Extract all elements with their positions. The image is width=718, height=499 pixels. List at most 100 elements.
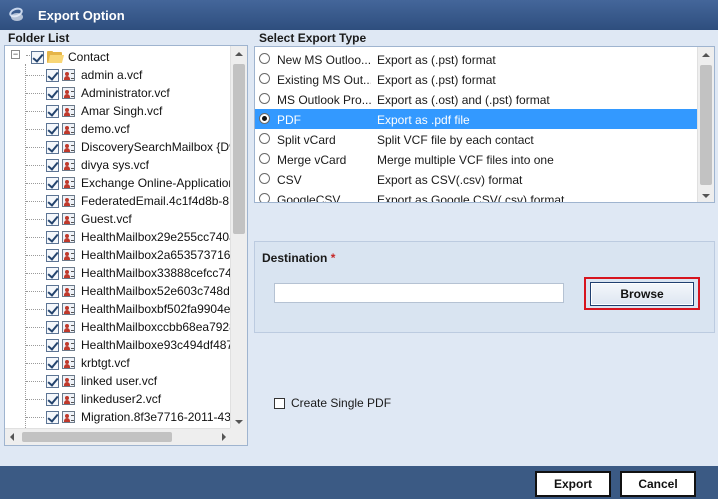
tree-item[interactable]: FederatedEmail.4c1f4d8b-81 bbox=[46, 192, 231, 210]
scroll-up-icon[interactable] bbox=[702, 53, 710, 57]
radio-button[interactable] bbox=[259, 93, 270, 104]
item-checkbox[interactable] bbox=[46, 176, 59, 190]
tree-item[interactable]: HealthMailbox52e603c748d0 bbox=[46, 282, 231, 300]
export-type-option[interactable]: GoogleCSV Export as Google CSV(.csv) form… bbox=[255, 189, 698, 203]
scroll-left-icon[interactable] bbox=[10, 433, 14, 441]
export-type-option[interactable]: New MS Outloo... Export as (.pst) format bbox=[255, 49, 698, 69]
vcard-icon bbox=[62, 357, 75, 369]
destination-path-input[interactable] bbox=[274, 283, 564, 303]
radio-button[interactable] bbox=[259, 153, 270, 164]
item-checkbox[interactable] bbox=[46, 248, 59, 262]
radio-button[interactable] bbox=[259, 193, 270, 202]
tree-item[interactable]: linked user.vcf bbox=[46, 372, 157, 390]
scroll-right-icon[interactable] bbox=[222, 433, 226, 441]
tree-item[interactable]: DiscoverySearchMailbox {D9 bbox=[46, 138, 231, 156]
item-checkbox[interactable] bbox=[46, 86, 59, 100]
scroll-down-icon[interactable] bbox=[235, 420, 243, 424]
root-checkbox[interactable] bbox=[31, 50, 44, 64]
item-checkbox[interactable] bbox=[46, 374, 59, 388]
folder-horizontal-scrollbar[interactable] bbox=[5, 428, 231, 445]
tree-item[interactable]: HealthMailboxbf502fa9904e bbox=[46, 300, 230, 318]
tree-connector bbox=[26, 417, 44, 418]
export-type-scrollbar[interactable] bbox=[697, 47, 714, 202]
app-logo-icon bbox=[7, 5, 26, 24]
radio-button[interactable] bbox=[259, 113, 270, 124]
scroll-thumb[interactable] bbox=[700, 65, 712, 185]
radio-button[interactable] bbox=[259, 173, 270, 184]
vcard-icon bbox=[62, 195, 75, 207]
export-type-option[interactable]: CSV Export as CSV(.csv) format bbox=[255, 169, 698, 189]
item-checkbox[interactable] bbox=[46, 302, 59, 316]
item-checkbox[interactable] bbox=[46, 194, 59, 208]
item-checkbox[interactable] bbox=[46, 356, 59, 370]
vcard-icon bbox=[62, 231, 75, 243]
tree-item[interactable]: Guest.vcf bbox=[46, 210, 132, 228]
vcard-icon bbox=[62, 69, 75, 81]
tree-item[interactable]: Amar Singh.vcf bbox=[46, 102, 162, 120]
folder-vertical-scrollbar[interactable] bbox=[230, 46, 247, 430]
export-type-option[interactable]: Merge vCard Merge multiple VCF files into… bbox=[255, 149, 698, 169]
export-type-label: Select Export Type bbox=[259, 31, 367, 45]
tree-item[interactable]: demo.vcf bbox=[46, 120, 130, 138]
item-checkbox[interactable] bbox=[46, 230, 59, 244]
tree-item[interactable]: Administrator.vcf bbox=[46, 84, 170, 102]
item-checkbox[interactable] bbox=[46, 410, 59, 424]
export-button[interactable]: Export bbox=[535, 471, 611, 497]
scroll-up-icon[interactable] bbox=[235, 52, 243, 56]
item-checkbox[interactable] bbox=[46, 104, 59, 118]
item-checkbox[interactable] bbox=[46, 320, 59, 334]
scroll-thumb[interactable] bbox=[233, 64, 245, 234]
tree-connector bbox=[25, 64, 26, 430]
item-checkbox[interactable] bbox=[46, 212, 59, 226]
create-single-pdf-option[interactable]: Create Single PDF bbox=[274, 396, 391, 410]
radio-button[interactable] bbox=[259, 53, 270, 64]
tree-connector bbox=[26, 273, 44, 274]
export-type-option[interactable]: MS Outlook Pro... Export as (.ost) and (.… bbox=[255, 89, 698, 109]
export-type-description: Export as CSV(.csv) format bbox=[377, 173, 523, 187]
tree-item-label: HealthMailboxe93c494df487 bbox=[81, 338, 231, 352]
export-type-description: Export as (.pst) format bbox=[377, 73, 496, 87]
create-single-pdf-checkbox[interactable] bbox=[274, 397, 285, 409]
tree-item[interactable]: HealthMailboxccbb68ea7928 bbox=[46, 318, 231, 336]
tree-item-label: Exchange Online-Application bbox=[81, 176, 231, 190]
export-type-option[interactable]: Existing MS Out... Export as (.pst) forma… bbox=[255, 69, 698, 89]
tree-connector bbox=[26, 75, 44, 76]
vcard-icon bbox=[62, 339, 75, 351]
item-checkbox[interactable] bbox=[46, 140, 59, 154]
vcard-icon bbox=[62, 249, 75, 261]
radio-button[interactable] bbox=[259, 73, 270, 84]
tree-item-label: Administrator.vcf bbox=[81, 86, 170, 100]
tree-item[interactable]: Exchange Online-Application bbox=[46, 174, 231, 192]
tree-item[interactable]: HealthMailboxe93c494df487 bbox=[46, 336, 231, 354]
vcard-icon bbox=[62, 105, 75, 117]
tree-item[interactable]: linkeduser2.vcf bbox=[46, 390, 161, 408]
cancel-button[interactable]: Cancel bbox=[620, 471, 696, 497]
tree-item[interactable]: admin a.vcf bbox=[46, 66, 142, 84]
vcard-icon bbox=[62, 159, 75, 171]
item-checkbox[interactable] bbox=[46, 158, 59, 172]
export-type-option[interactable]: Split vCard Split VCF file by each contac… bbox=[255, 129, 698, 149]
scroll-thumb[interactable] bbox=[22, 432, 172, 442]
item-checkbox[interactable] bbox=[46, 68, 59, 82]
tree-connector bbox=[26, 363, 44, 364]
browse-button[interactable]: Browse bbox=[590, 282, 694, 306]
tree-item[interactable]: Migration.8f3e7716-2011-43 bbox=[46, 408, 231, 426]
export-type-description: Export as Google CSV(.csv) format bbox=[377, 193, 565, 203]
tree-item[interactable]: HealthMailbox33888cefcc744 bbox=[46, 264, 231, 282]
tree-item[interactable]: HealthMailbox29e255cc740a bbox=[46, 228, 231, 246]
tree-item[interactable]: divya sys.vcf bbox=[46, 156, 149, 174]
tree-item[interactable]: krbtgt.vcf bbox=[46, 354, 130, 372]
item-checkbox[interactable] bbox=[46, 266, 59, 280]
tree-item-label: HealthMailbox52e603c748d0 bbox=[81, 284, 231, 298]
collapse-icon[interactable]: − bbox=[11, 50, 20, 59]
item-checkbox[interactable] bbox=[46, 122, 59, 136]
tree-root-contact[interactable]: Contact bbox=[31, 48, 109, 66]
item-checkbox[interactable] bbox=[46, 338, 59, 352]
radio-button[interactable] bbox=[259, 133, 270, 144]
tree-item[interactable]: HealthMailbox2a6535737160 bbox=[46, 246, 231, 264]
item-checkbox[interactable] bbox=[46, 392, 59, 406]
scroll-down-icon[interactable] bbox=[702, 194, 710, 198]
export-type-option[interactable]: PDF Export as .pdf file bbox=[255, 109, 698, 129]
tree-connector bbox=[26, 345, 44, 346]
item-checkbox[interactable] bbox=[46, 284, 59, 298]
